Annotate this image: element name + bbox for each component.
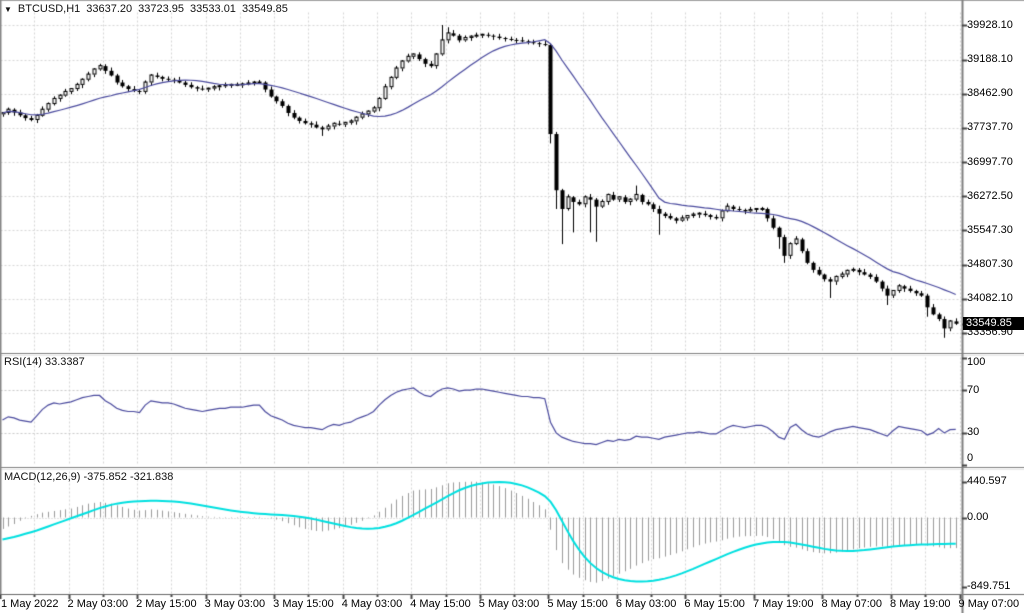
time-axis-label: 2 May 15:00 [136,598,197,610]
time-axis-label: 7 May 19:00 [753,598,814,610]
chart-canvas[interactable] [0,0,1024,613]
symbol-period-label: BTCUSD,H1 [18,3,80,15]
macd-axis-label: 440.597 [967,475,1007,487]
time-axis-label: 1 May 2022 [1,598,58,610]
macd-pane-header: MACD(12,26,9) -375.852 -321.838 [4,471,173,483]
time-axis-label: 9 May 07:00 [959,598,1020,610]
time-axis-label: 6 May 03:00 [616,598,677,610]
rsi-indicator-value: 33.3387 [45,356,85,368]
time-axis-label: 4 May 15:00 [410,598,471,610]
time-axis-label: 6 May 15:00 [684,598,745,610]
time-axis-label: 5 May 03:00 [479,598,540,610]
macd-indicator-label: MACD(12,26,9) [4,471,80,483]
ohlc-low: 33533.01 [190,3,236,15]
price-axis-label: 35547.30 [967,224,1013,236]
time-axis-label: 3 May 03:00 [205,598,266,610]
rsi-axis-label: 70 [967,384,979,396]
price-axis-label: 39188.10 [967,53,1013,65]
rsi-pane-header: RSI(14) 33.3387 [4,356,85,368]
time-axis-label: 3 May 15:00 [273,598,334,610]
price-axis-label: 34082.10 [967,292,1013,304]
rsi-indicator-label: RSI(14) [4,356,42,368]
rsi-axis-label: 100 [967,356,985,368]
price-axis-label: 36272.50 [967,190,1013,202]
current-price-tag: 33549.85 [963,317,1024,330]
price-axis-label: 34807.30 [967,258,1013,270]
price-axis-label: 36997.70 [967,156,1013,168]
ohlc-close: 33549.85 [242,3,288,15]
time-axis-label: 2 May 03:00 [68,598,129,610]
macd-axis-label: 0.00 [967,511,988,523]
rsi-axis-label: 0 [967,452,973,464]
macd-signal-value: -321.838 [130,471,173,483]
macd-axis-label: -849.751 [967,580,1010,592]
time-axis-label: 8 May 19:00 [890,598,951,610]
time-axis-label: 4 May 03:00 [342,598,403,610]
ohlc-high: 33723.95 [138,3,184,15]
time-axis-label: 5 May 15:00 [547,598,608,610]
price-axis-label: 38462.90 [967,87,1013,99]
ohlc-open: 33637.20 [86,3,132,15]
symbol-dropdown-icon[interactable]: ▼ [4,4,12,15]
macd-main-value: -375.852 [83,471,126,483]
price-axis-label: 37737.70 [967,121,1013,133]
time-axis-label: 8 May 07:00 [821,598,882,610]
trading-chart-window: ▼ BTCUSD,H1 33637.20 33723.95 33533.01 3… [0,0,1024,613]
price-axis-label: 39928.10 [967,19,1013,31]
rsi-axis-label: 30 [967,426,979,438]
chart-header: ▼ BTCUSD,H1 33637.20 33723.95 33533.01 3… [4,3,288,15]
